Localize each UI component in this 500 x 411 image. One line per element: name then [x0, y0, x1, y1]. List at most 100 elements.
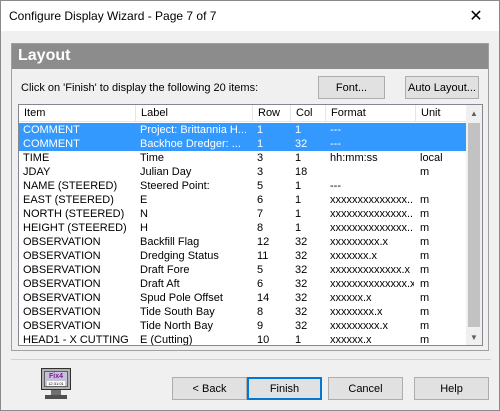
cell-item: OBSERVATION — [23, 264, 101, 276]
layout-panel: Layout Click on 'Finish' to display the … — [11, 43, 489, 351]
cell-format: --- — [330, 180, 341, 192]
column-header-label[interactable]: Label — [136, 105, 253, 122]
cell-label: Tide South Bay — [140, 306, 215, 318]
cell-item: HEAD1 - X CUTTING — [23, 334, 129, 345]
cell-label: Time — [140, 152, 165, 164]
help-button[interactable]: Help — [414, 377, 489, 400]
cell-format: xxxxxxxxxxxxxx... — [330, 208, 414, 220]
table-row[interactable]: COMMENT Project: Brittannia H... 1 1 --- — [19, 123, 467, 137]
cell-label: Draft Fore — [140, 264, 190, 276]
cell-format: xxxxxx.x — [330, 334, 372, 345]
cell-item: NORTH (STEERED) — [23, 208, 125, 220]
table-row[interactable]: OBSERVATION Draft Fore 5 32 xxxxxxxxxxxxx.x m — [19, 263, 467, 277]
cell-row: 1 — [257, 138, 264, 150]
table-row[interactable]: HEIGHT (STEERED) H 8 1 xxxxxxxxxxxxxx... m — [19, 221, 467, 235]
column-header-item[interactable]: Item — [19, 105, 136, 122]
cell-item: OBSERVATION — [23, 250, 101, 262]
cell-col: 1 — [295, 208, 302, 220]
cell-unit: m — [420, 306, 430, 318]
cancel-button[interactable]: Cancel — [328, 377, 403, 400]
cell-item: OBSERVATION — [23, 278, 101, 290]
table-row[interactable]: EAST (STEERED) E 6 1 xxxxxxxxxxxxxx... m — [19, 193, 467, 207]
cell-label: Steered Point: — [140, 180, 210, 192]
cell-label: Backfill Flag — [140, 236, 200, 248]
window-title: Configure Display Wizard - Page 7 of 7 — [9, 9, 217, 23]
close-icon[interactable]: ✕ — [453, 1, 499, 30]
logo-brand: Fix4 — [48, 372, 63, 380]
cell-label: N — [140, 208, 148, 220]
logo-inner: Fix4 12:31:01 — [44, 371, 68, 387]
column-header-unit[interactable]: Unit — [416, 105, 467, 122]
cell-format: xxxxxxxxxxxxxx... — [330, 194, 414, 206]
auto-layout-button[interactable]: Auto Layout... — [405, 76, 479, 99]
cell-format: xxxxxxxx.x — [330, 306, 383, 318]
items-list[interactable]: Item Label Row Col Format Unit COMMENT Pr… — [18, 104, 483, 346]
table-row[interactable]: JDAY Julian Day 3 18 m — [19, 165, 467, 179]
cell-item: NAME (STEERED) — [23, 180, 118, 192]
cell-col: 32 — [295, 250, 308, 262]
cell-item: TIME — [23, 152, 50, 164]
cell-col: 1 — [295, 152, 302, 164]
column-header-format[interactable]: Format — [326, 105, 416, 122]
cell-format: xxxxxxxxx.x — [330, 320, 389, 332]
cell-row: 7 — [257, 208, 264, 220]
column-header-col[interactable]: Col — [291, 105, 326, 122]
table-row[interactable]: OBSERVATION Tide South Bay 8 32 xxxxxxxx.x m — [19, 305, 467, 319]
cell-row: 14 — [257, 292, 270, 304]
table-row[interactable]: NAME (STEERED) Steered Point: 5 1 --- — [19, 179, 467, 193]
table-row[interactable]: NORTH (STEERED) N 7 1 xxxxxxxxxxxxxx... m — [19, 207, 467, 221]
list-rows: COMMENT Project: Brittannia H... 1 1 --- COMM… — [19, 123, 467, 345]
cell-row: 5 — [257, 264, 264, 276]
table-row[interactable]: HEAD1 - X CUTTING E (Cutting) 10 1 xxxxxx.x m — [19, 333, 467, 345]
scroll-thumb[interactable] — [468, 123, 480, 327]
cell-item: COMMENT — [23, 138, 80, 150]
cell-item: HEIGHT (STEERED) — [23, 222, 127, 234]
cell-unit — [418, 123, 465, 137]
cell-format: xxxxxxxxx.x — [330, 236, 389, 248]
scroll-down-arrow-icon[interactable]: ▼ — [466, 329, 482, 345]
table-row[interactable]: OBSERVATION Tide North Bay 9 32 xxxxxxxxx.x m — [19, 319, 467, 333]
column-header-row[interactable]: Row — [253, 105, 291, 122]
cell-format: xxxxxxxxxxxxxx.x — [330, 278, 414, 290]
title-bar: Configure Display Wizard - Page 7 of 7 ✕ — [1, 1, 499, 31]
cell-format — [328, 165, 414, 179]
cell-row: 6 — [257, 194, 264, 206]
cell-row: 3 — [257, 166, 264, 178]
table-row[interactable]: COMMENT Backhoe Dredger: ... 1 32 --- — [19, 137, 467, 151]
cell-row: 8 — [257, 222, 264, 234]
cell-format: xxxxxxx.x — [330, 250, 378, 262]
table-row[interactable]: OBSERVATION Draft Aft 6 32 xxxxxxxxxxxxxx.x m — [19, 277, 467, 291]
scroll-up-arrow-icon[interactable]: ▲ — [466, 105, 482, 121]
cell-label: Tide North Bay — [140, 320, 213, 332]
list-header: Item Label Row Col Format Unit — [19, 105, 467, 122]
table-row[interactable]: OBSERVATION Spud Pole Offset 14 32 xxxxxx.x m — [19, 291, 467, 305]
cell-item: OBSERVATION — [23, 320, 101, 332]
cell-col: 32 — [295, 320, 308, 332]
font-button[interactable]: Font... — [318, 76, 385, 99]
cell-col: 32 — [295, 306, 308, 318]
finish-button[interactable]: Finish — [247, 377, 322, 400]
table-row[interactable]: OBSERVATION Backfill Flag 12 32 xxxxxxxxx.x m — [19, 235, 467, 249]
cell-row: 10 — [257, 334, 270, 345]
cell-item: OBSERVATION — [23, 292, 101, 304]
table-row[interactable]: OBSERVATION Dredging Status 11 32 xxxxxxx.x m — [19, 249, 467, 263]
cell-label: H — [140, 222, 148, 234]
cell-label: Backhoe Dredger: ... — [140, 138, 241, 150]
cell-row: 9 — [257, 320, 264, 332]
cell-label: Julian Day — [140, 166, 192, 178]
cell-unit: m — [420, 278, 430, 290]
cell-unit: m — [420, 292, 430, 304]
panel-title: Layout — [18, 47, 71, 64]
cell-col: 18 — [295, 166, 308, 178]
cell-col: 1 — [295, 180, 302, 192]
cell-unit: m — [420, 334, 430, 345]
vertical-scrollbar[interactable]: ▲ ▼ — [466, 105, 482, 345]
cell-col: 1 — [295, 124, 302, 136]
back-button[interactable]: < Back — [172, 377, 247, 400]
cell-unit: m — [420, 250, 430, 262]
table-row[interactable]: TIME Time 3 1 hh:mm:ss local — [19, 151, 467, 165]
cell-unit — [418, 179, 465, 193]
cell-label: Project: Brittannia H... — [140, 124, 247, 136]
cell-col: 1 — [295, 334, 302, 345]
panel-header: Layout — [12, 44, 488, 69]
